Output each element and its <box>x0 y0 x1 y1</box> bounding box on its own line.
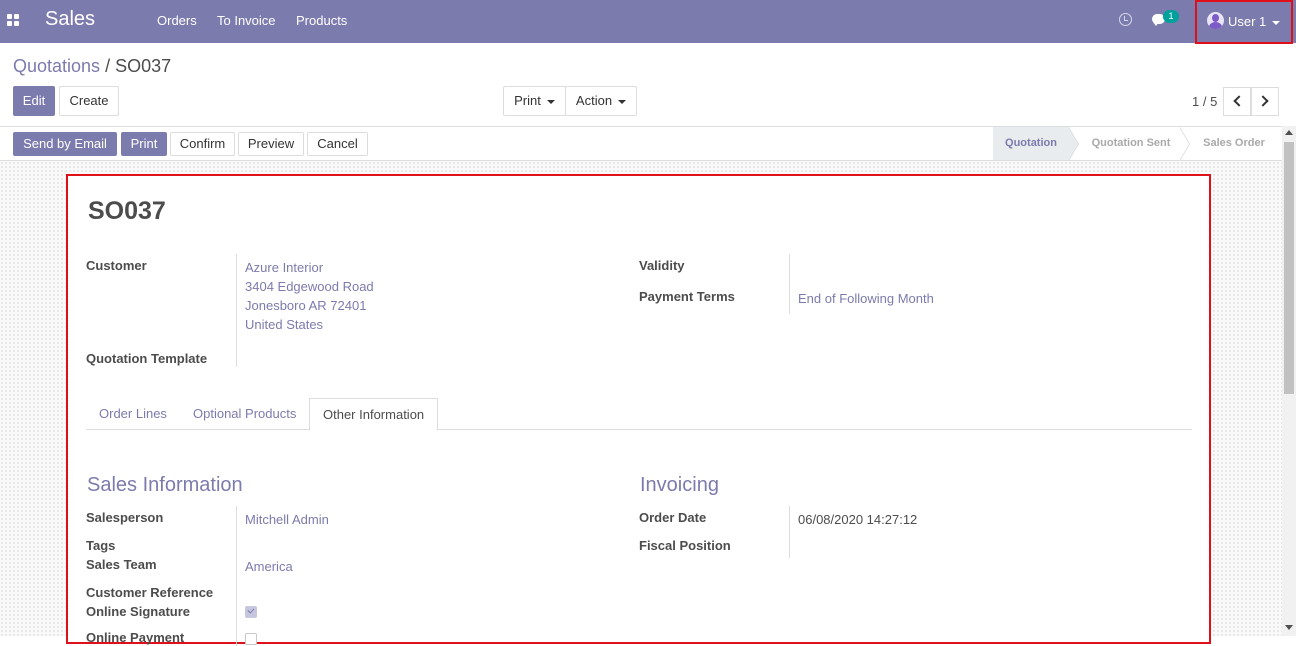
scroll-thumb[interactable] <box>1284 142 1294 394</box>
confirm-button[interactable]: Confirm <box>170 132 235 156</box>
menu-to-invoice[interactable]: To Invoice <box>217 13 276 28</box>
caret-down-icon <box>618 99 627 104</box>
apps-grid-icon[interactable] <box>7 14 19 26</box>
customer-country[interactable]: United States <box>245 317 323 332</box>
tab-other-information[interactable]: Other Information <box>309 398 439 431</box>
edit-button[interactable]: Edit <box>13 86 55 116</box>
pager-next-button[interactable] <box>1251 87 1279 116</box>
action-dropdown-label: Action <box>575 93 613 108</box>
customer-name-link[interactable]: Azure Interior <box>245 260 323 275</box>
sales-information-title: Sales Information <box>87 474 243 496</box>
invoicing-title: Invoicing <box>640 474 719 496</box>
chat-count-badge: 1 <box>1163 10 1179 23</box>
breadcrumb-separator: / <box>105 56 111 76</box>
customer-label: Customer <box>86 258 147 273</box>
field-divider <box>236 254 237 367</box>
activity-clock-icon[interactable] <box>1119 13 1132 26</box>
customer-reference-label: Customer Reference <box>86 585 214 600</box>
pager-value: 1 / 5 <box>1192 94 1218 109</box>
salesperson-label: Salesperson <box>86 510 164 525</box>
online-signature-label: Online Signature <box>86 604 191 619</box>
stage-quotation[interactable]: Quotation <box>993 127 1069 160</box>
top-navbar: Sales Orders To Invoice Products 1 User … <box>0 0 1296 44</box>
create-button[interactable]: Create <box>59 86 119 116</box>
stage-quotation-sent[interactable]: Quotation Sent <box>1080 127 1182 160</box>
pager-previous-button[interactable] <box>1223 87 1251 116</box>
tab-order-lines[interactable]: Order Lines <box>86 398 180 431</box>
tab-optional-products[interactable]: Optional Products <box>180 398 309 431</box>
online-signature-checkbox[interactable] <box>245 606 257 618</box>
payment-terms-value[interactable]: End of Following Month <box>798 291 934 306</box>
field-divider <box>789 506 790 558</box>
fiscal-position-label: Fiscal Position <box>639 538 731 553</box>
tags-label: Tags <box>86 538 116 553</box>
caret-down-icon <box>1272 20 1281 25</box>
vertical-scrollbar[interactable] <box>1282 126 1296 636</box>
validity-label: Validity <box>639 258 685 273</box>
breadcrumb: Quotations / SO037 <box>13 56 171 77</box>
sales-team-value[interactable]: America <box>245 559 293 574</box>
quotation-template-label: Quotation Template <box>86 351 208 366</box>
online-payment-label: Online Payment <box>86 630 185 645</box>
user-name: User 1 <box>1228 14 1267 29</box>
form-sheet: SO037 Customer Azure Interior 3404 Edgew… <box>66 174 1211 646</box>
cancel-button[interactable]: Cancel <box>307 132 368 156</box>
action-dropdown[interactable]: Action <box>565 86 637 116</box>
preview-button[interactable]: Preview <box>238 132 304 156</box>
app-brand[interactable]: Sales <box>45 8 95 31</box>
scroll-down-arrow-icon[interactable] <box>1285 625 1293 630</box>
customer-city[interactable]: Jonesboro AR 72401 <box>245 298 366 313</box>
customer-street[interactable]: 3404 Edgewood Road <box>245 279 374 294</box>
stage-sales-order[interactable]: Sales Order <box>1191 127 1277 160</box>
order-date-value[interactable]: 06/08/2020 14:27:12 <box>798 512 917 527</box>
breadcrumb-current: SO037 <box>115 56 172 76</box>
send-by-email-button[interactable]: Send by Email <box>13 132 117 156</box>
status-bar: Send by Email Print Confirm Preview Canc… <box>0 126 1296 161</box>
field-divider <box>236 506 237 646</box>
online-payment-checkbox[interactable] <box>245 633 257 645</box>
print-button[interactable]: Print <box>121 132 167 156</box>
chevron-left-icon <box>1233 95 1245 107</box>
menu-products[interactable]: Products <box>296 13 347 28</box>
user-menu[interactable]: User 1 <box>1195 0 1293 44</box>
print-dropdown[interactable]: Print <box>503 86 566 116</box>
chevron-right-icon <box>1257 95 1269 107</box>
scroll-up-arrow-icon[interactable] <box>1285 130 1293 135</box>
field-divider <box>789 254 790 314</box>
caret-down-icon <box>546 99 555 104</box>
avatar <box>1207 12 1224 29</box>
sales-team-label: Sales Team <box>86 557 157 572</box>
order-date-label: Order Date <box>639 510 707 525</box>
print-dropdown-label: Print <box>514 93 541 108</box>
payment-terms-label: Payment Terms <box>639 289 735 304</box>
order-name-title: SO037 <box>88 197 166 225</box>
salesperson-value[interactable]: Mitchell Admin <box>245 512 329 527</box>
menu-orders[interactable]: Orders <box>157 13 197 28</box>
tabs-divider <box>86 429 1192 430</box>
breadcrumb-quotations[interactable]: Quotations <box>13 56 100 76</box>
